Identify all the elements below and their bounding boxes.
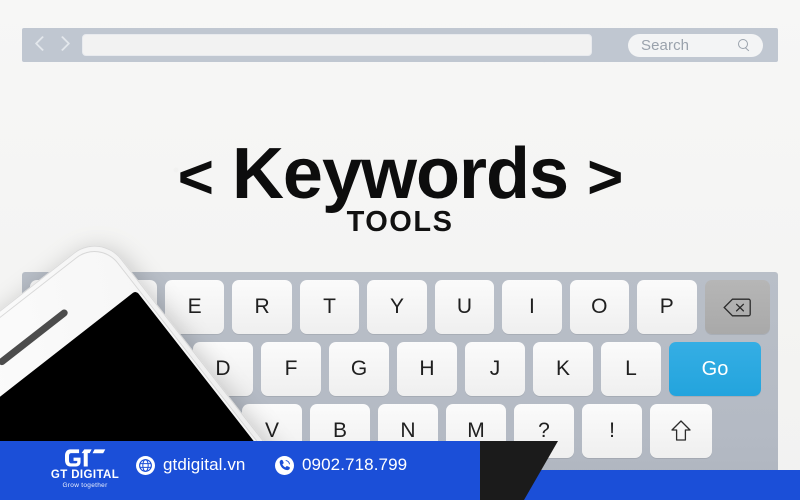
page-title-text: Keywords <box>231 134 569 214</box>
brand-logo: GT DIGITAL Grow together <box>42 447 128 489</box>
globe-icon <box>136 455 155 475</box>
brand-tagline: Grow together <box>62 482 108 489</box>
poster-canvas: Search < Keywords > TOOLS Q W E R T Y U … <box>0 0 800 500</box>
key-l[interactable]: L <box>601 342 661 396</box>
gt-monogram-icon <box>42 447 128 468</box>
brand-name: GT DIGITAL <box>50 469 120 481</box>
phone-icon <box>275 455 294 475</box>
page-title: < Keywords > <box>0 138 800 210</box>
key-t[interactable]: T <box>299 280 360 334</box>
key-o[interactable]: O <box>569 280 630 334</box>
website-text: gtdigital.vn <box>163 455 246 474</box>
browser-toolbar: Search <box>22 28 778 62</box>
url-input[interactable] <box>82 34 592 56</box>
chevron-right-icon[interactable] <box>55 35 67 55</box>
key-exclamation[interactable]: ! <box>582 404 642 458</box>
shift-arrow-icon[interactable] <box>650 404 712 458</box>
magnifier-icon[interactable] <box>738 39 751 52</box>
website-contact[interactable]: gtdigital.vn <box>136 455 245 475</box>
phone-text: 0902.718.799 <box>302 455 408 474</box>
search-input-placeholder: Search <box>641 37 690 54</box>
key-h[interactable]: H <box>397 342 457 396</box>
key-p[interactable]: P <box>637 280 697 334</box>
backspace-delete-icon[interactable] <box>704 280 770 334</box>
key-k[interactable]: K <box>533 342 593 396</box>
key-u[interactable]: U <box>434 280 495 334</box>
phone-contact[interactable]: 0902.718.799 <box>275 455 407 475</box>
search-box[interactable]: Search <box>628 34 763 57</box>
bracket-close: > <box>587 143 623 212</box>
chevron-left-icon[interactable] <box>35 35 47 55</box>
key-j[interactable]: J <box>465 342 525 396</box>
go-key[interactable]: Go <box>669 342 761 396</box>
key-g[interactable]: G <box>329 342 389 396</box>
key-y[interactable]: Y <box>367 280 427 334</box>
key-i[interactable]: I <box>502 280 562 334</box>
navigation-arrows <box>22 28 80 62</box>
